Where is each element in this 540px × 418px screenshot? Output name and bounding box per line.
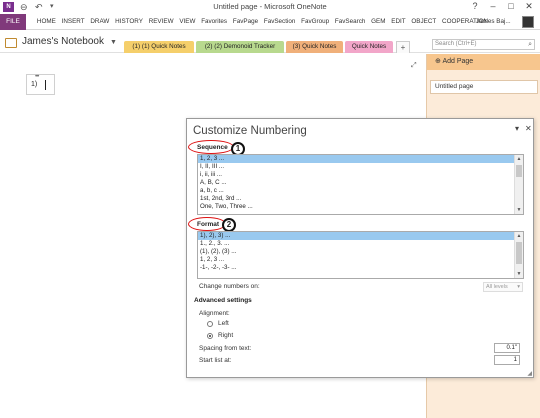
list-item[interactable]: One, Two, Three ... xyxy=(198,203,523,211)
scroll-up-icon[interactable]: ▲ xyxy=(515,233,523,239)
ribbon-tab-review[interactable]: REVIEW xyxy=(146,14,177,30)
notebook-name[interactable]: James's Notebook xyxy=(22,36,104,47)
list-item[interactable]: i, ii, iii ... xyxy=(198,171,523,179)
avatar[interactable] xyxy=(522,16,534,28)
sequence-listbox[interactable]: 1, 2, 3 ... I, II, III ... i, ii, iii ... A… xyxy=(197,154,524,215)
scroll-up-icon[interactable]: ▲ xyxy=(515,156,523,162)
close-button[interactable]: ✕ xyxy=(520,0,538,14)
align-right-radio[interactable] xyxy=(207,333,213,339)
ribbon-tabs: HOME INSERT DRAW HISTORY REVIEW VIEW Favorites… xyxy=(34,14,491,30)
start-list-label: Start list at: xyxy=(199,357,232,364)
ribbon-tab-view[interactable]: VIEW xyxy=(176,14,198,30)
maximize-button[interactable]: □ xyxy=(502,0,520,14)
notebook-icon xyxy=(5,38,17,48)
start-list-input[interactable]: 1 xyxy=(494,355,520,365)
note-outline[interactable]: ••• 1) xyxy=(26,74,55,95)
ribbon-tab-favgroup[interactable]: FavGroup xyxy=(298,14,332,30)
notebook-bar: James's Notebook ▼ (1) (1) Quick Notes (… xyxy=(0,31,540,53)
section-tab[interactable]: (1) (1) Quick Notes xyxy=(124,41,194,53)
red-circle-annotation xyxy=(188,140,234,154)
ribbon-tab-home[interactable]: HOME xyxy=(34,14,59,30)
ribbon-tab-object[interactable]: OBJECT xyxy=(409,14,440,30)
change-numbers-label: Change numbers on: xyxy=(199,283,260,290)
alignment-label: Alignment: xyxy=(199,310,230,317)
search-placeholder: Search (Ctrl+E) xyxy=(435,41,477,47)
list-item[interactable]: I, II, III ... xyxy=(198,163,523,171)
ribbon-tab-favsearch[interactable]: FavSearch xyxy=(332,14,368,30)
add-page-button[interactable]: ⊕ Add Page xyxy=(427,54,540,70)
title-bar: N ⊖ ↶ ▾ Untitled page - Microsoft OneNot… xyxy=(0,0,540,14)
list-item[interactable]: 1), 2), 3) ... xyxy=(198,232,523,240)
list-number: 1) xyxy=(31,81,38,88)
pane-title: Customize Numbering xyxy=(193,125,307,137)
outline-grip[interactable]: ••• xyxy=(35,74,39,80)
section-tab[interactable]: Quick Notes xyxy=(345,41,393,53)
text-cursor xyxy=(45,80,46,90)
ribbon-tab-gem[interactable]: GEM xyxy=(368,14,388,30)
ribbon-tab-favpage[interactable]: FavPage xyxy=(230,14,261,30)
scroll-down-icon[interactable]: ▼ xyxy=(515,271,523,277)
scroll-down-icon[interactable]: ▼ xyxy=(515,207,523,213)
advanced-settings-heading: Advanced settings xyxy=(194,297,252,304)
format-listbox[interactable]: 1), 2), 3) ... 1., 2., 3. ... (1), (2), (3… xyxy=(197,231,524,279)
scrollbar[interactable]: ▲ ▼ xyxy=(514,155,523,214)
ribbon-tab-favorites[interactable]: Favorites xyxy=(198,14,230,30)
search-icon[interactable]: ⌕ xyxy=(528,40,532,49)
help-button[interactable]: ? xyxy=(466,0,484,14)
spacing-input[interactable]: 0.1" xyxy=(494,343,520,353)
list-item[interactable]: 1, 2, 3 ... xyxy=(198,256,523,264)
list-item[interactable]: A, B, C ... xyxy=(198,179,523,187)
ribbon-tab-favsection[interactable]: FavSection xyxy=(261,14,298,30)
pane-options-icon[interactable]: ▾ xyxy=(515,124,519,133)
annotation-number: 2 xyxy=(222,218,236,232)
list-item[interactable]: (1), (2), (3) ... xyxy=(198,248,523,256)
ribbon-tab-history[interactable]: HISTORY xyxy=(112,14,146,30)
file-tab[interactable]: FILE xyxy=(0,14,26,30)
customize-numbering-pane: Customize Numbering ▾ ✕ Sequence 1 1, 2,… xyxy=(186,118,534,378)
align-left-radio[interactable] xyxy=(207,321,213,327)
chevron-down-icon: ▾ xyxy=(517,284,520,290)
scrollbar[interactable]: ▲ ▼ xyxy=(514,232,523,278)
minimize-button[interactable]: – xyxy=(484,0,502,14)
ribbon-tab-edit[interactable]: EDIT xyxy=(388,14,408,30)
list-item[interactable]: a, b, c ... xyxy=(198,187,523,195)
resize-grip-icon[interactable]: ◢ xyxy=(527,370,532,377)
chevron-down-icon[interactable]: ▼ xyxy=(110,39,117,46)
list-item[interactable]: 1st, 2nd, 3rd ... xyxy=(198,195,523,203)
align-right-label[interactable]: Right xyxy=(218,332,233,339)
section-tab-active[interactable]: (3) Quick Notes xyxy=(286,41,343,53)
ribbon-tab-draw[interactable]: DRAW xyxy=(87,14,112,30)
add-section-button[interactable]: + xyxy=(396,41,410,53)
list-item[interactable]: 1., 2., 3. ... xyxy=(198,240,523,248)
ribbon-tab-insert[interactable]: INSERT xyxy=(59,14,88,30)
section-tab[interactable]: (2) (2) Demonoid Tracker xyxy=(196,41,284,53)
align-left-label[interactable]: Left xyxy=(218,320,229,327)
scroll-thumb[interactable] xyxy=(516,165,522,177)
search-input[interactable]: Search (Ctrl+E) ⌕ xyxy=(432,39,535,50)
spacing-label: Spacing from text: xyxy=(199,345,252,352)
change-numbers-dropdown[interactable]: All levels ▾ xyxy=(483,282,523,292)
page-list-item[interactable]: Untitled page xyxy=(430,80,538,94)
user-name[interactable]: James Baj... xyxy=(476,14,511,30)
ribbon-tab-bar: FILE HOME INSERT DRAW HISTORY REVIEW VIEW Favo… xyxy=(0,14,540,30)
scroll-thumb[interactable] xyxy=(516,242,522,264)
red-circle-annotation xyxy=(188,217,226,231)
close-icon[interactable]: ✕ xyxy=(525,124,532,133)
window-title: Untitled page - Microsoft OneNote xyxy=(213,2,327,11)
list-item[interactable]: -1-, -2-, -3- ... xyxy=(198,264,523,272)
list-item[interactable]: 1, 2, 3 ... xyxy=(198,155,523,163)
expand-icon[interactable]: ⤢ xyxy=(411,62,417,70)
